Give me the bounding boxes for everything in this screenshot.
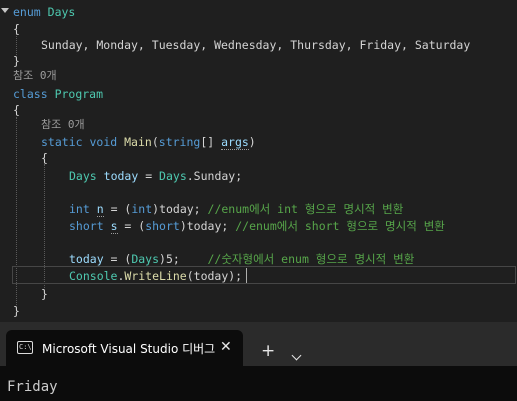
reference-count-lens[interactable]: 참조 0개: [13, 68, 57, 84]
code-text: (today);: [186, 269, 243, 283]
keyword: static: [41, 135, 83, 149]
reference-count[interactable]: 참조 0개: [13, 69, 57, 82]
code-text: = (: [103, 202, 132, 216]
code-text: )5;: [159, 252, 208, 266]
comment: //enum에서 short 형으로 명시적 변환: [235, 219, 445, 233]
code-line: }: [13, 303, 20, 319]
brace: {: [41, 151, 48, 165]
code-line-short-cast: short s = (short)today; //enum에서 short 형…: [69, 218, 445, 234]
code-line: }: [41, 286, 48, 302]
code-text: )today;: [179, 219, 236, 233]
parameter: args: [221, 135, 249, 150]
type-name: Days: [69, 169, 97, 183]
code-line-enum-cast: today = (Days)5; //숫자형에서 enum 형으로 명시적 변환: [69, 251, 414, 267]
code-text: = (: [103, 252, 132, 266]
type-name: Days: [131, 252, 160, 266]
type-name: Days: [47, 5, 76, 19]
variable: today: [103, 169, 139, 183]
comment: //숫자형에서 enum 형으로 명시적 변환: [207, 252, 415, 266]
code-line: {: [13, 102, 20, 118]
variable: n: [96, 202, 104, 217]
method-name: Main: [124, 135, 152, 149]
code-line: }: [13, 53, 20, 69]
code-line: {: [41, 150, 48, 166]
code-line-int-cast: int n = (int)today; //enum에서 int 형으로 명시적…: [69, 201, 403, 217]
keyword: short: [69, 219, 104, 233]
punctuation: []: [200, 135, 222, 149]
code-line: {: [13, 21, 20, 37]
console-output: Friday: [7, 379, 58, 395]
code-line-class: class Program: [13, 86, 103, 102]
code-text: = (: [117, 219, 146, 233]
keyword: string: [158, 135, 201, 149]
text-caret: [246, 268, 247, 283]
brace: {: [13, 22, 20, 36]
console-icon: C:\: [17, 341, 33, 354]
keyword: int: [131, 202, 153, 216]
keyword: void: [89, 135, 118, 149]
fold-toggle-icon[interactable]: [1, 8, 9, 13]
type-name: Console: [69, 269, 118, 283]
debug-console-window[interactable]: C:\ Microsoft Visual Studio 디버그 ✕ + Frid…: [0, 322, 517, 401]
code-text: )today;: [152, 202, 208, 216]
code-text: .Sunday;: [186, 169, 243, 183]
keyword: int: [69, 202, 90, 216]
method-name: WriteLine: [124, 269, 187, 283]
code-line-enum-members: Sunday, Monday, Tuesday, Wednesday, Thur…: [41, 37, 470, 53]
code-line-main: static void Main(string[] args): [41, 134, 256, 150]
enum-members: Sunday, Monday, Tuesday, Wednesday, Thur…: [41, 38, 471, 52]
punctuation: (: [151, 135, 159, 149]
comment: //enum에서 int 형으로 명시적 변환: [207, 202, 404, 216]
code-text: =: [138, 169, 160, 183]
brace: }: [13, 54, 20, 68]
keyword: class: [13, 87, 48, 101]
tab-title: Microsoft Visual Studio 디버그: [42, 342, 216, 356]
code-line-enum: enum Days: [13, 4, 75, 20]
reference-count[interactable]: 참조 0개: [41, 118, 85, 131]
brace: }: [13, 304, 20, 318]
reference-count-lens[interactable]: 참조 0개: [41, 117, 85, 133]
code-line-writeline: Console.WriteLine(today);: [69, 268, 242, 284]
keyword: short: [145, 219, 180, 233]
terminal-tab[interactable]: C:\ Microsoft Visual Studio 디버그 ✕: [6, 330, 243, 366]
type-name: Program: [54, 87, 104, 101]
type-name: Days: [159, 169, 187, 183]
code-line-days-today: Days today = Days.Sunday;: [69, 168, 242, 184]
punctuation: ): [248, 135, 256, 149]
brace: }: [41, 287, 48, 301]
terminal-tab-bar: C:\ Microsoft Visual Studio 디버그 ✕ +: [0, 322, 517, 366]
variable: today: [69, 252, 104, 266]
new-tab-button[interactable]: +: [261, 341, 275, 361]
code-editor[interactable]: enum Days { Sunday, Monday, Tuesday, Wed…: [0, 0, 517, 322]
keyword: enum: [13, 5, 41, 19]
chevron-down-icon[interactable]: [291, 350, 302, 361]
brace: {: [13, 103, 20, 117]
close-icon[interactable]: ✕: [220, 339, 232, 355]
variable: s: [110, 219, 118, 234]
